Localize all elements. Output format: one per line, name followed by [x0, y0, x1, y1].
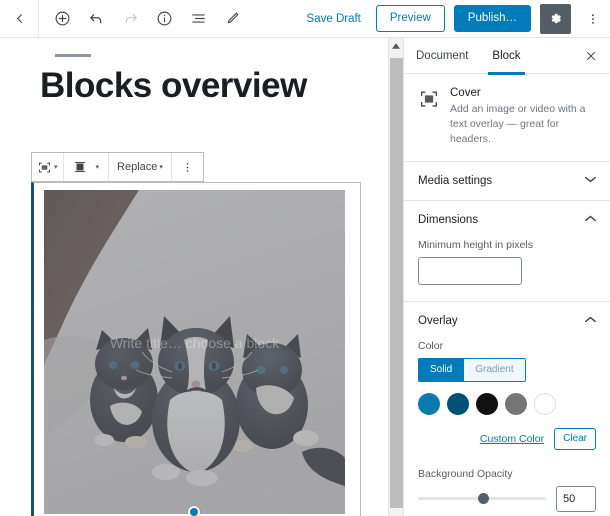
panel-title: Dimensions [418, 213, 479, 226]
panel-dimensions-header[interactable]: Dimensions [404, 201, 610, 239]
cover-block-icon[interactable]: ▾ [32, 153, 63, 181]
color-type-toggle: Solid Gradient [418, 357, 526, 382]
gradient-toggle-button[interactable]: Gradient [463, 357, 526, 382]
add-block-icon[interactable] [47, 4, 77, 34]
panel-media-settings-header[interactable]: Media settings [404, 162, 610, 200]
back-button[interactable] [0, 0, 38, 37]
tab-document[interactable]: Document [404, 38, 480, 74]
settings-sidebar: Document Block Cover Add an image or vid… [403, 38, 610, 516]
more-options-icon[interactable] [580, 4, 606, 34]
min-height-label: Minimum height in pixels [418, 238, 533, 251]
page-title[interactable]: Blocks overview [40, 66, 307, 106]
gutenberg-editor-window: Save Draft Preview Publish… Blocks overv… [0, 0, 610, 516]
editor-canvas: Blocks overview ▾ ▾ Replace ▾ Write titl… [0, 38, 388, 516]
color-swatch-list [418, 392, 596, 415]
save-draft-button[interactable]: Save Draft [301, 9, 367, 29]
custom-color-link[interactable]: Custom Color [480, 433, 544, 445]
scrollbar-thumb[interactable] [390, 58, 403, 508]
swatch-gray[interactable] [505, 392, 527, 415]
gear-icon[interactable] [540, 3, 571, 34]
panel-overlay-header[interactable]: Overlay [404, 302, 610, 340]
undo-icon[interactable] [81, 4, 111, 34]
panel-overlay: Overlay Color Solid Gradient Custom Colo… [404, 300, 610, 466]
panel-dimensions: Dimensions Minimum height in pixels [404, 199, 610, 301]
chevron-down-icon: ▾ [54, 163, 58, 171]
swatch-white[interactable] [534, 392, 556, 415]
cover-overlay-tint [44, 190, 345, 514]
chevron-up-icon [585, 316, 596, 325]
panel-overlay-body: Color Solid Gradient Custom Color Clear [404, 340, 610, 466]
panel-title: Overlay [418, 314, 458, 327]
slider-thumb[interactable] [478, 493, 490, 505]
solid-toggle-button[interactable]: Solid [418, 357, 464, 382]
panel-dimensions-body: Minimum height in pixels [404, 239, 610, 301]
close-icon[interactable] [580, 45, 602, 67]
pencil-icon[interactable] [217, 4, 247, 34]
editor-top-toolbar: Save Draft Preview Publish… [0, 0, 610, 38]
replace-group: Replace ▾ [109, 153, 172, 181]
swatch-blue[interactable] [418, 392, 440, 415]
cover-block-media[interactable]: Write title… choose a block [44, 190, 345, 514]
sidebar-tabs: Document Block [404, 38, 610, 75]
block-toolbar: ▾ ▾ Replace ▾ [31, 152, 204, 182]
info-icon[interactable] [149, 4, 179, 34]
replace-label: Replace [117, 161, 158, 173]
panel-background-opacity: Background Opacity [404, 466, 610, 516]
title-underline-decoration [55, 54, 91, 57]
swatch-black[interactable] [476, 392, 498, 415]
color-label: Color [418, 339, 444, 352]
chevron-down-icon[interactable]: ▾ [96, 164, 109, 171]
list-view-icon[interactable] [183, 4, 213, 34]
background-opacity-body: Background Opacity [404, 466, 610, 516]
chevron-down-icon: ▾ [159, 163, 163, 171]
panel-title: Media settings [418, 174, 493, 187]
publish-button[interactable]: Publish… [453, 5, 531, 32]
color-actions: Custom Color Clear [418, 427, 596, 450]
background-opacity-label: Background Opacity [418, 467, 513, 480]
block-card: Cover Add an image or video with a text … [404, 74, 610, 161]
block-card-description: Add an image or video with a text overla… [450, 103, 586, 145]
preview-button[interactable]: Preview [375, 5, 445, 32]
block-card-title: Cover [450, 87, 481, 99]
chevron-down-icon [585, 176, 596, 185]
min-height-input[interactable] [418, 256, 522, 285]
replace-button[interactable]: Replace ▾ [109, 153, 171, 181]
cover-block-icon [418, 88, 440, 110]
alignment-group: ▾ [64, 153, 110, 181]
chevron-up-icon [585, 215, 596, 224]
toolbar-icon-group [39, 4, 247, 34]
block-card-text: Cover Add an image or video with a text … [450, 87, 596, 147]
toolbar-actions: Save Draft Preview Publish… [301, 3, 610, 34]
background-opacity-slider[interactable] [418, 493, 546, 505]
background-opacity-row [418, 485, 596, 512]
align-center-icon[interactable] [64, 153, 96, 181]
block-more-options-icon[interactable] [172, 153, 203, 181]
canvas-scrollbar[interactable] [388, 38, 403, 516]
clear-color-button[interactable]: Clear [554, 427, 596, 450]
tab-block[interactable]: Block [480, 38, 532, 75]
redo-icon [115, 4, 145, 34]
scroll-up-arrow-icon[interactable] [389, 38, 403, 54]
block-type-group: ▾ [32, 153, 64, 181]
block-options-group [172, 153, 203, 181]
background-opacity-input[interactable] [556, 485, 596, 512]
cover-resize-handle[interactable] [188, 506, 200, 516]
panel-media-settings: Media settings [404, 160, 610, 200]
swatch-dark-blue[interactable] [447, 392, 469, 415]
